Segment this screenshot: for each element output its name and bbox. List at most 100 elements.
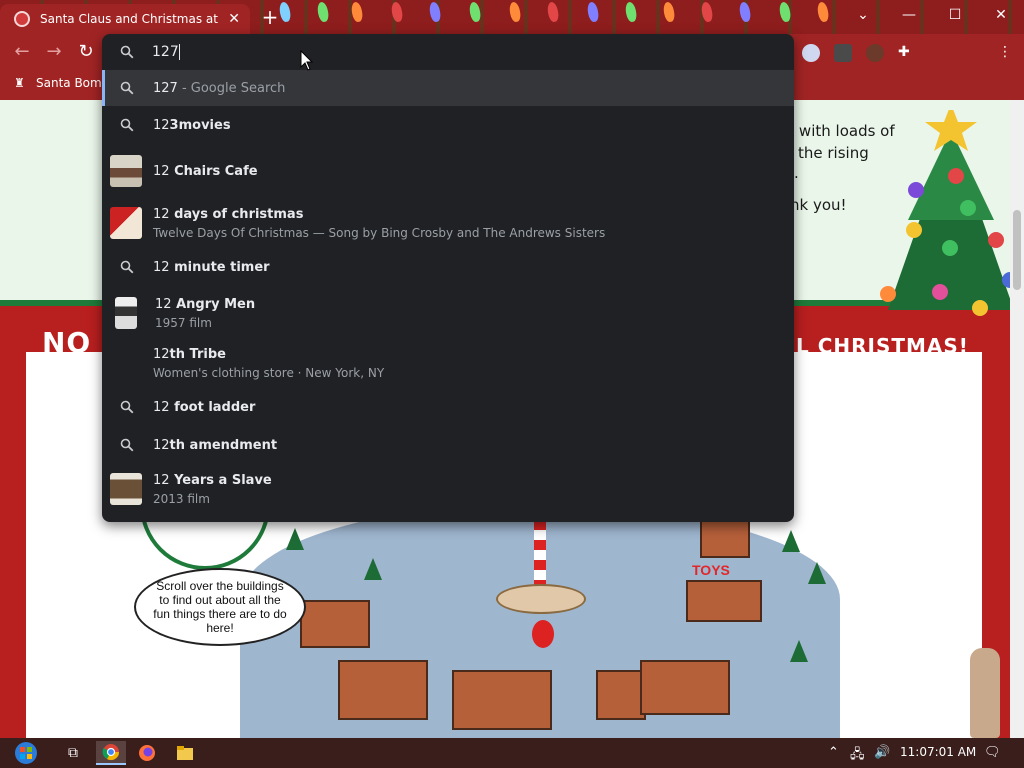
cafe-thumbnail (110, 155, 142, 187)
firefox-icon[interactable] (132, 741, 162, 765)
suggestion-item[interactable]: 127 - Google Search (102, 70, 794, 106)
network-icon[interactable]: 🖧 (850, 745, 865, 767)
building[interactable] (452, 670, 552, 730)
title-bar: Santa Claus and Christmas at the ✕ + ⌄ —… (0, 0, 1024, 34)
minimize-icon[interactable]: — (886, 0, 932, 30)
film-poster-thumbnail (110, 473, 142, 505)
search-icon (120, 118, 134, 132)
banner-text-line: nk you! (790, 196, 847, 214)
puzzle-extensions-icon[interactable]: ✚ (898, 44, 916, 62)
menu-kebab-icon[interactable]: ⋮ (996, 44, 1014, 62)
suggestion-match: 12 (153, 163, 170, 179)
forward-arrow-icon[interactable]: → (42, 40, 66, 64)
tree (790, 640, 808, 662)
suggestion-match: 127 (153, 80, 178, 96)
suggestion-description: Twelve Days Of Christmas — Song by Bing … (153, 225, 606, 240)
building[interactable] (640, 660, 730, 715)
text-caret (178, 44, 180, 60)
extension-s-icon[interactable] (834, 44, 852, 62)
decoration-light (586, 1, 600, 23)
suggestion-match: 12 (153, 437, 170, 453)
maximize-icon[interactable]: ☐ (932, 0, 978, 30)
bookmark-label: Santa Bomb (36, 76, 110, 90)
close-window-icon[interactable]: ✕ (978, 0, 1024, 30)
suggestion-match: 12 (153, 206, 170, 222)
building[interactable] (700, 518, 750, 558)
favicon-icon (14, 11, 30, 27)
chevron-up-icon[interactable]: ⌃ (828, 745, 839, 760)
suggestion-match: 12 (153, 472, 170, 488)
suggestion-item[interactable]: 12 Chairs Cafe (102, 150, 794, 192)
search-icon (120, 45, 134, 59)
suggestion-completion: minute timer (169, 259, 270, 275)
decoration-light (508, 1, 522, 23)
toy-shop-building[interactable] (686, 580, 762, 622)
browser-tab[interactable]: Santa Claus and Christmas at the ✕ (0, 4, 250, 34)
scroll-thumb[interactable] (1013, 210, 1021, 290)
suggestion-match: 12 (155, 296, 172, 312)
tab-title: Santa Claus and Christmas at the (40, 12, 223, 26)
file-explorer-icon[interactable] (170, 741, 200, 765)
suggestion-description: 1957 film (155, 315, 212, 330)
chevron-down-icon[interactable]: ⌄ (840, 0, 886, 30)
suggestion-description: 2013 film (153, 491, 210, 506)
firefox-logo (139, 745, 155, 761)
search-icon (120, 260, 134, 274)
suggestion-item[interactable]: 12 minute timer (102, 248, 794, 286)
close-tab-icon[interactable]: ✕ (228, 11, 240, 27)
decoration-light (428, 1, 442, 23)
decoration-light (468, 1, 482, 23)
decoration-light (738, 1, 752, 23)
mouse-cursor-icon (300, 50, 314, 71)
suggestion-item[interactable]: 12th amendment (102, 426, 794, 464)
page-scrollbar[interactable] (1010, 100, 1024, 738)
tree (286, 528, 304, 550)
banner-text-line: the rising (798, 144, 869, 162)
windows-taskbar: ⧉ ⌃ 🖧 🔊 11:07:01 AM 🗨 (0, 738, 1024, 768)
suggestion-completion: th amendment (169, 437, 278, 453)
suggestion-item[interactable]: 12 days of christmas Twelve Days Of Chri… (102, 200, 794, 246)
back-arrow-icon[interactable]: ← (10, 40, 34, 64)
chrome-logo (102, 744, 120, 761)
santa-icon: ♜ (14, 76, 25, 90)
suggestion-suffix: - Google Search (177, 80, 286, 96)
building[interactable] (300, 600, 370, 648)
chrome-icon[interactable] (96, 741, 126, 765)
omnibox-input[interactable]: 127 (152, 44, 652, 60)
bookmark-santa-bomb[interactable]: ♜ Santa Bomb (14, 76, 109, 90)
search-icon (120, 438, 134, 452)
suggestion-completion: days of christmas (169, 206, 304, 222)
extension-icon[interactable] (802, 44, 820, 62)
profile-avatar-icon[interactable] (866, 44, 884, 62)
suggestion-description: Women's clothing store · New York, NY (153, 365, 385, 380)
christmas-tree-decoration (878, 104, 1010, 340)
reload-icon[interactable]: ↻ (74, 40, 98, 64)
film-poster-thumbnail (115, 297, 137, 329)
decoration-light (390, 1, 404, 23)
tree (782, 530, 800, 552)
suggestion-match: 12 (153, 399, 170, 415)
suggestion-completion: Years a Slave (169, 472, 272, 488)
search-icon (120, 81, 134, 95)
search-icon (120, 400, 134, 414)
decoration-light (316, 1, 330, 23)
suggestion-match: 12 (153, 259, 170, 275)
decoration-light (624, 1, 638, 23)
omnibox-input-row[interactable]: 127 (102, 34, 794, 70)
building[interactable] (338, 660, 428, 720)
suggestion-item[interactable]: 12 foot ladder (102, 388, 794, 426)
start-button[interactable] (8, 741, 44, 765)
notifications-icon[interactable]: 🗨 (984, 745, 1001, 760)
decoration-light (546, 1, 560, 23)
volume-icon[interactable]: 🔊 (874, 745, 890, 760)
task-view-icon[interactable]: ⧉ (58, 741, 88, 765)
building[interactable] (596, 670, 646, 720)
decoration-light (662, 1, 676, 23)
suggestion-item[interactable]: 12th Tribe Women's clothing store · New … (102, 340, 794, 386)
system-clock[interactable]: 11:07:01 AM (900, 745, 976, 759)
new-tab-button[interactable]: + (258, 5, 282, 29)
tree (364, 558, 382, 580)
suggestion-item[interactable]: 12 Angry Men 1957 film (102, 290, 794, 336)
suggestion-item[interactable]: 12 Years a Slave 2013 film (102, 466, 794, 512)
suggestion-item[interactable]: 123movies (102, 106, 794, 144)
